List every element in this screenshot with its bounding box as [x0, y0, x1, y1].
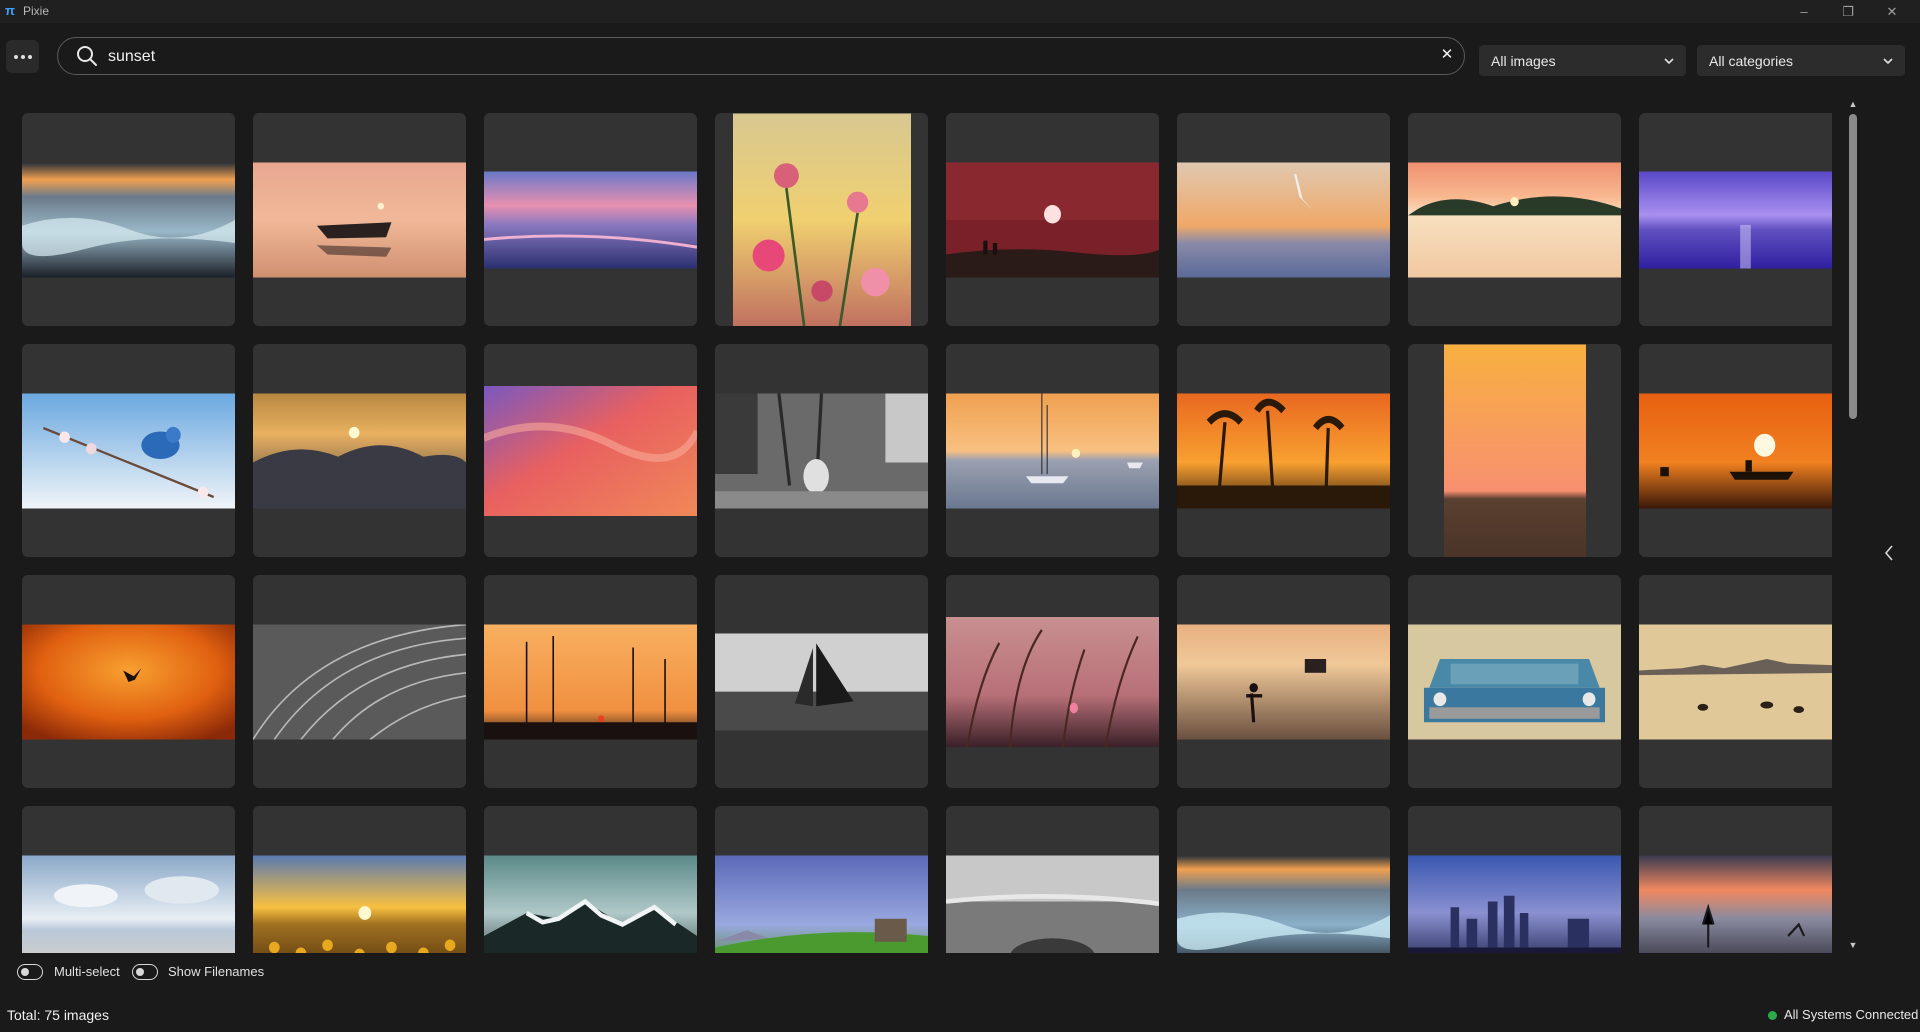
image-tile[interactable] [946, 806, 1159, 953]
image-thumbnail [1408, 162, 1621, 277]
image-thumbnail [1408, 855, 1621, 953]
title-bar: π Pixie – ❐ ✕ [0, 0, 1920, 23]
image-tile[interactable] [1639, 575, 1832, 788]
show-filenames-label: Show Filenames [168, 964, 265, 979]
image-thumbnail [1177, 162, 1390, 277]
image-tile[interactable] [1639, 113, 1832, 326]
search-bar[interactable]: ✕ [57, 37, 1465, 75]
image-thumbnail [253, 393, 466, 508]
image-thumbnail [1639, 171, 1832, 268]
image-tile[interactable] [715, 575, 928, 788]
image-thumbnail [946, 855, 1159, 953]
image-tile[interactable] [253, 806, 466, 953]
app-title: Pixie [23, 4, 50, 18]
image-thumbnail [253, 162, 466, 277]
image-thumbnail [1177, 855, 1390, 953]
image-thumbnail [253, 855, 466, 953]
category-selected: All categories [1709, 52, 1794, 69]
image-tile[interactable] [946, 113, 1159, 326]
image-thumbnail [1177, 624, 1390, 739]
image-thumbnail [732, 113, 911, 326]
image-tile[interactable] [1177, 575, 1390, 788]
image-grid [22, 113, 1832, 953]
status-text: All Systems Connected [1784, 1007, 1919, 1022]
total-count: Total: 75 images [7, 1007, 109, 1023]
scroll-down-arrow[interactable]: ▼ [1847, 940, 1859, 950]
image-tile[interactable] [1408, 113, 1621, 326]
search-icon [77, 46, 97, 66]
image-thumbnail [253, 624, 466, 739]
minimize-button[interactable]: – [1782, 0, 1826, 23]
clear-search-icon[interactable]: ✕ [1438, 46, 1456, 64]
image-thumbnail [715, 393, 928, 508]
scrollbar-thumb[interactable] [1849, 114, 1857, 419]
multi-select-label: Multi-select [54, 964, 120, 979]
image-tile[interactable] [484, 113, 697, 326]
image-thumbnail [946, 393, 1159, 508]
image-tile[interactable] [1639, 806, 1832, 953]
image-tile[interactable] [484, 344, 697, 557]
image-tile[interactable] [253, 113, 466, 326]
chevron-down-icon [1883, 57, 1893, 64]
image-thumbnail [484, 171, 697, 268]
image-thumbnail [22, 393, 235, 508]
image-tile[interactable] [946, 575, 1159, 788]
image-thumbnail [715, 855, 928, 953]
image-tile[interactable] [22, 575, 235, 788]
image-type-selected: All images [1491, 52, 1556, 69]
image-tile[interactable] [1408, 806, 1621, 953]
more-horizontal-icon [13, 54, 18, 59]
image-tile[interactable] [1639, 344, 1832, 557]
image-tile[interactable] [1177, 344, 1390, 557]
image-thumbnail [1443, 344, 1586, 557]
app-logo-icon: π [5, 3, 15, 18]
multi-select-toggle[interactable] [17, 964, 43, 980]
image-tile[interactable] [253, 344, 466, 557]
search-input[interactable] [106, 43, 1390, 71]
image-thumbnail [1639, 855, 1832, 953]
image-tile[interactable] [1177, 113, 1390, 326]
image-tile[interactable] [1408, 344, 1621, 557]
image-tile[interactable] [715, 806, 928, 953]
image-tile[interactable] [22, 806, 235, 953]
image-thumbnail [484, 385, 697, 516]
chevron-left-icon[interactable] [1881, 543, 1897, 563]
image-thumbnail [715, 633, 928, 730]
image-thumbnail [22, 855, 235, 953]
image-tile[interactable] [22, 113, 235, 326]
image-tile[interactable] [253, 575, 466, 788]
category-dropdown[interactable]: All categories [1697, 45, 1905, 76]
image-thumbnail [484, 855, 697, 953]
image-tile[interactable] [715, 344, 928, 557]
image-thumbnail [1408, 624, 1621, 739]
image-thumbnail [1639, 624, 1832, 739]
show-filenames-toggle[interactable] [132, 964, 158, 980]
image-tile[interactable] [946, 344, 1159, 557]
chevron-down-icon [1664, 57, 1674, 64]
maximize-button[interactable]: ❐ [1826, 0, 1870, 23]
image-tile[interactable] [22, 344, 235, 557]
image-thumbnail [22, 624, 235, 739]
image-tile[interactable] [1177, 806, 1390, 953]
image-thumbnail [946, 616, 1159, 747]
image-tile[interactable] [484, 806, 697, 953]
status-indicator [1768, 1011, 1777, 1020]
image-type-dropdown[interactable]: All images [1479, 45, 1686, 76]
image-thumbnail [1639, 393, 1832, 508]
image-tile[interactable] [715, 113, 928, 326]
image-thumbnail [1177, 393, 1390, 508]
image-tile[interactable] [1408, 575, 1621, 788]
image-thumbnail [946, 162, 1159, 277]
image-thumbnail [22, 162, 235, 277]
scroll-up-arrow[interactable]: ▲ [1847, 99, 1859, 109]
close-window-button[interactable]: ✕ [1870, 0, 1914, 23]
more-menu-button[interactable] [6, 40, 39, 73]
image-tile[interactable] [484, 575, 697, 788]
image-thumbnail [484, 624, 697, 739]
